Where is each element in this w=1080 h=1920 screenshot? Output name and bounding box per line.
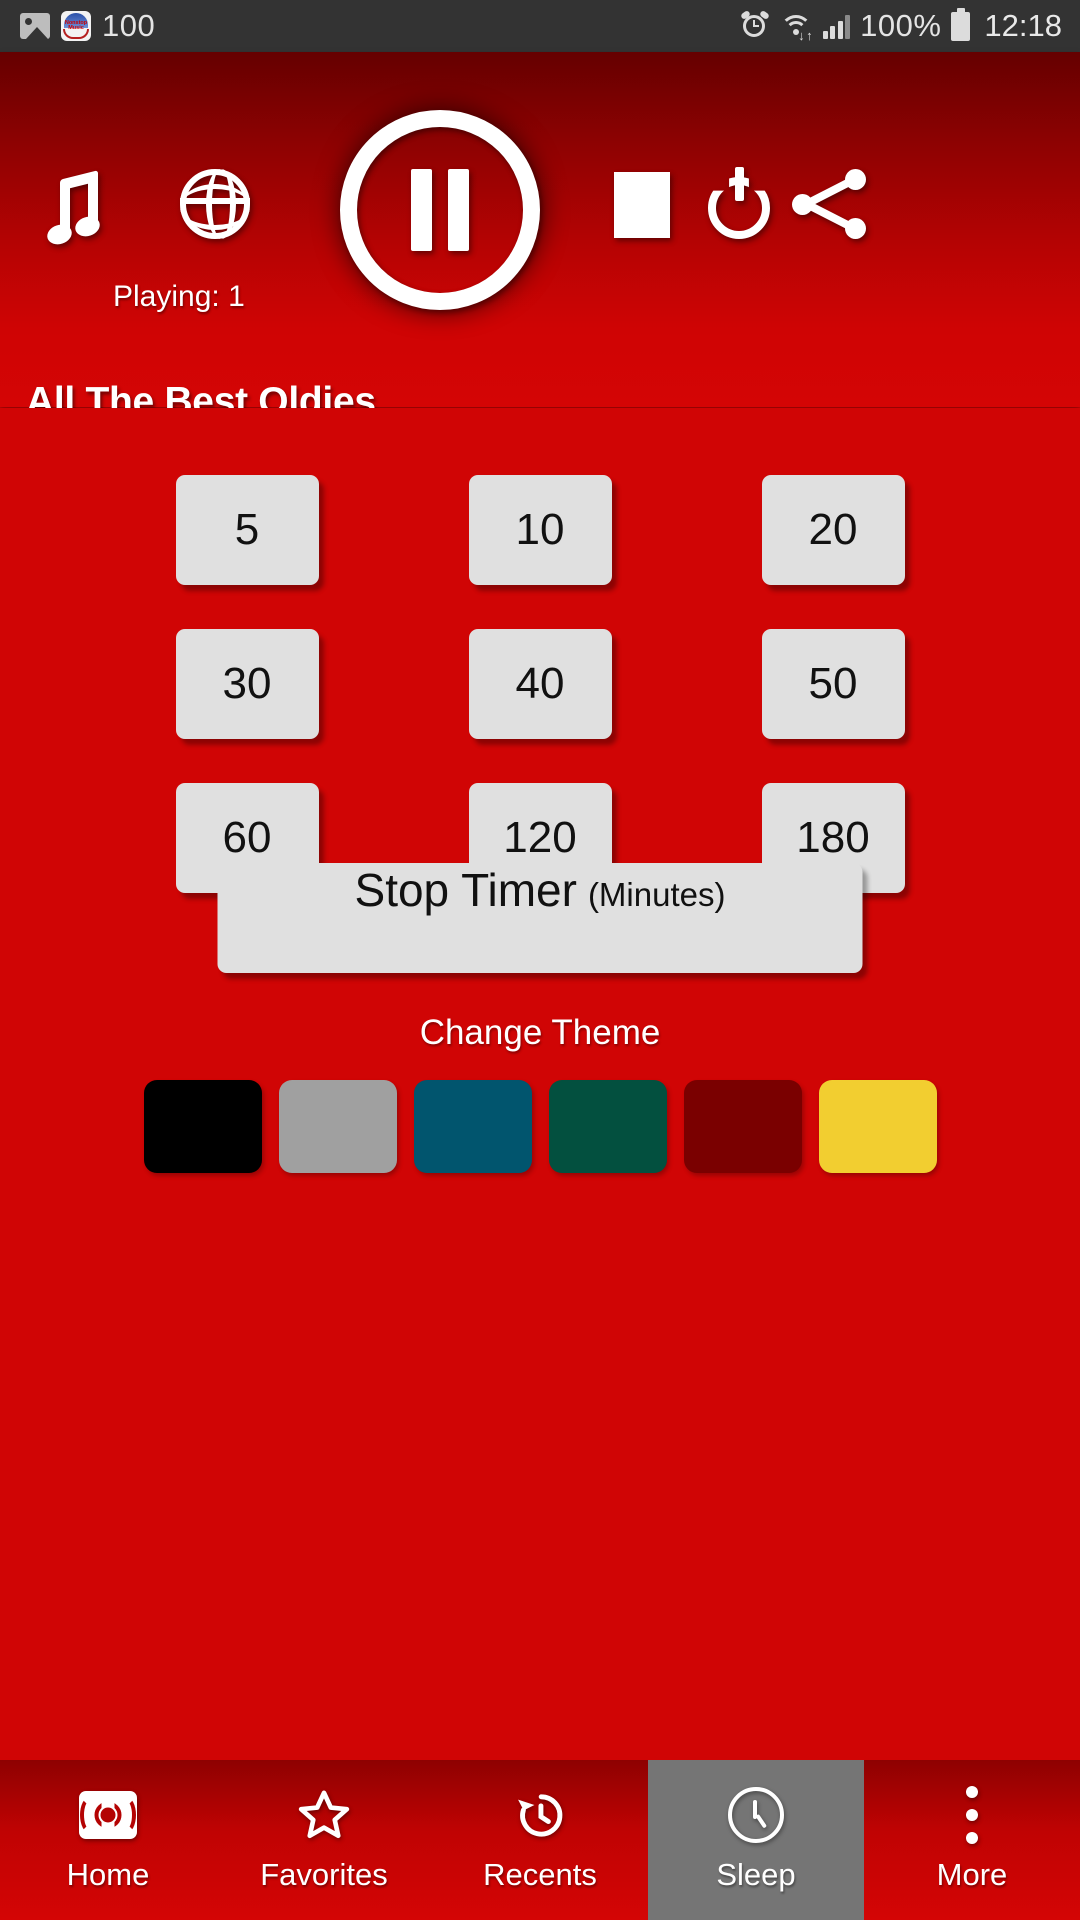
- globe-button[interactable]: [180, 169, 250, 239]
- stop-timer-label: Stop Timer: [354, 864, 577, 916]
- theme-swatch-black[interactable]: [143, 1080, 262, 1173]
- app-nonstop-music-icon: Nonstop Music: [61, 11, 91, 41]
- history-icon: [512, 1787, 568, 1843]
- share-icon: [792, 167, 866, 241]
- nav-item-recents[interactable]: Recents: [432, 1760, 648, 1920]
- nav-item-more[interactable]: More: [864, 1760, 1080, 1920]
- star-icon: [295, 1787, 353, 1843]
- timer-row: 30 40 50: [0, 629, 1080, 739]
- timer-button-40[interactable]: 40: [468, 629, 612, 739]
- pause-button[interactable]: [340, 110, 540, 310]
- timer-button-5[interactable]: 5: [175, 475, 319, 585]
- power-button[interactable]: [704, 167, 776, 239]
- nav-label-more: More: [936, 1857, 1008, 1892]
- theme-swatch-teal[interactable]: [413, 1080, 532, 1173]
- nav-item-sleep[interactable]: Sleep: [648, 1760, 864, 1920]
- nav-label-recents: Recents: [483, 1857, 597, 1892]
- stop-timer-button[interactable]: Stop Timer (Minutes): [217, 863, 863, 973]
- stop-button[interactable]: [614, 172, 670, 238]
- music-note-button[interactable]: [44, 169, 120, 248]
- nav-label-favorites: Favorites: [260, 1857, 388, 1892]
- nav-label-sleep: Sleep: [716, 1857, 796, 1892]
- clock-icon: [728, 1787, 784, 1843]
- timer-button-10[interactable]: 10: [468, 475, 612, 585]
- nav-item-home[interactable]: Home: [0, 1760, 216, 1920]
- stop-icon: [614, 172, 670, 238]
- more-icon: [965, 1786, 979, 1844]
- theme-swatch-green[interactable]: [548, 1080, 667, 1173]
- image-icon: [20, 13, 50, 39]
- timer-button-20[interactable]: 20: [761, 475, 905, 585]
- change-theme-heading: Change Theme: [419, 1013, 661, 1052]
- pause-icon: [340, 110, 540, 310]
- timer-button-50[interactable]: 50: [761, 629, 905, 739]
- theme-swatch-yellow[interactable]: [818, 1080, 937, 1173]
- status-bar-right: ↓ ↑ 100% 12:18: [739, 7, 1062, 44]
- status-bar-left: Nonstop Music 100: [20, 8, 155, 44]
- clock-time: 12:18: [984, 8, 1062, 43]
- globe-icon: [180, 169, 250, 239]
- music-note-icon: [44, 169, 120, 248]
- player-controls: [0, 52, 1080, 310]
- signal-icon: [822, 13, 851, 39]
- status-bar: Nonstop Music 100 ↓ ↑ 100% 12:18: [0, 0, 1080, 52]
- timer-row: 5 10 20: [0, 475, 1080, 585]
- battery-icon: [951, 7, 971, 41]
- player-header: Playing: 1 All The Best Oldies: [0, 52, 1080, 423]
- sleep-timer-panel: 5 10 20 30 40 50 60 120 180 Stop Timer (…: [0, 408, 1080, 1760]
- app-root: Nonstop Music 100 ↓ ↑ 100% 12:18 Playing…: [0, 0, 1080, 1920]
- notification-count: 100: [102, 8, 156, 43]
- theme-swatch-maroon[interactable]: [683, 1080, 802, 1173]
- alarm-icon: [739, 9, 770, 40]
- stop-timer-unit: (Minutes): [587, 876, 726, 913]
- bottom-navigation: Home Favorites Recents Sleep More: [0, 1760, 1080, 1920]
- playing-status: Playing: 1: [113, 280, 245, 313]
- nav-item-favorites[interactable]: Favorites: [216, 1760, 432, 1920]
- timer-button-30[interactable]: 30: [175, 629, 319, 739]
- theme-swatch-gray[interactable]: [278, 1080, 397, 1173]
- nav-label-home: Home: [66, 1857, 150, 1892]
- theme-swatches: [0, 1080, 1080, 1173]
- battery-percent: 100%: [860, 8, 942, 43]
- radio-icon: [79, 1787, 137, 1843]
- share-button[interactable]: [792, 167, 866, 241]
- wifi-icon: ↓ ↑: [779, 13, 813, 42]
- power-icon: [704, 167, 776, 239]
